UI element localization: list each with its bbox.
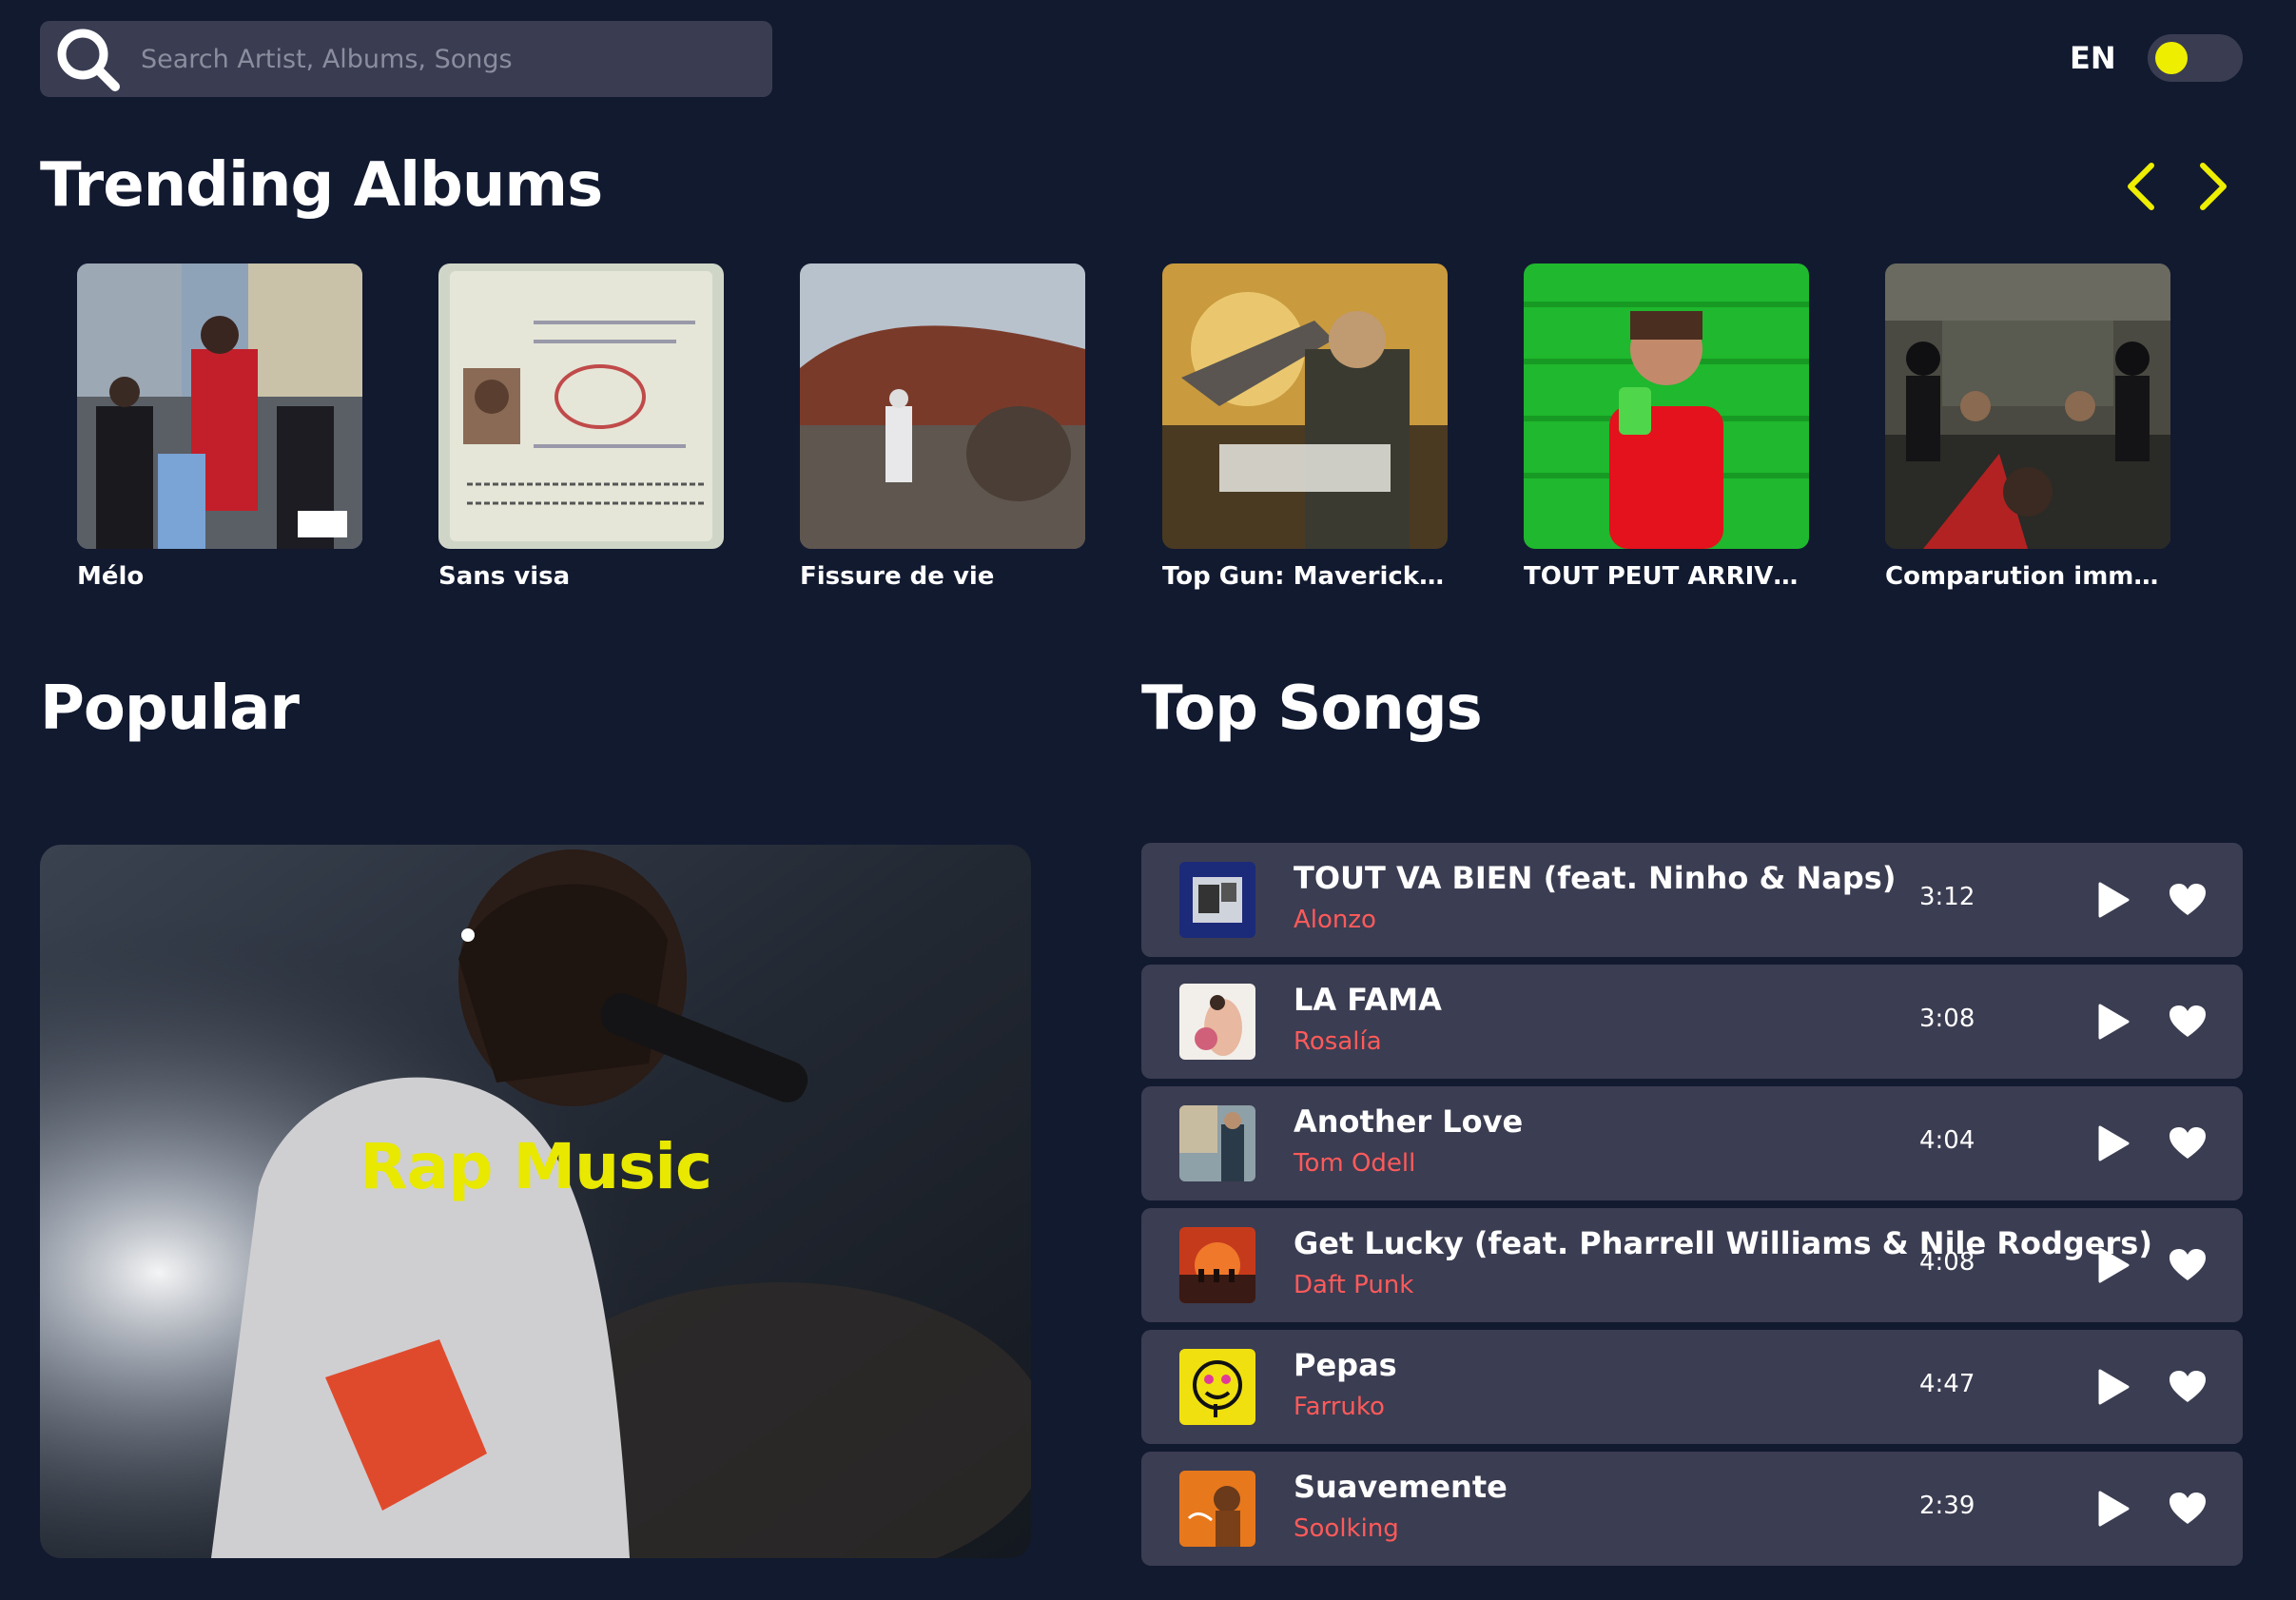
popular-title: Popular bbox=[40, 673, 300, 744]
album-cover-image bbox=[77, 263, 362, 549]
song-duration: 2:39 bbox=[1919, 1492, 1975, 1520]
heart-icon[interactable] bbox=[2169, 883, 2207, 917]
heart-icon[interactable] bbox=[2169, 1005, 2207, 1039]
album-title: Fissure de vie bbox=[800, 562, 995, 591]
play-icon[interactable] bbox=[2096, 1246, 2131, 1284]
theme-toggle[interactable] bbox=[2148, 34, 2243, 82]
popular-card-label: Rap Music bbox=[359, 1130, 712, 1203]
heart-icon[interactable] bbox=[2169, 1126, 2207, 1161]
album-title: Mélo bbox=[77, 562, 145, 591]
song-title: TOUT VA BIEN (feat. Ninho & Naps) bbox=[1294, 860, 1897, 896]
chevron-right-icon[interactable] bbox=[2189, 160, 2237, 213]
search-icon[interactable] bbox=[40, 21, 135, 97]
song-title: Pepas bbox=[1294, 1347, 1397, 1383]
album-card[interactable]: Fissure de vie bbox=[800, 263, 1085, 591]
heart-icon[interactable] bbox=[2169, 1248, 2207, 1282]
album-title: Sans visa bbox=[438, 562, 571, 591]
album-card[interactable]: Comparution imméd... bbox=[1885, 263, 2170, 591]
search-input[interactable] bbox=[135, 21, 772, 97]
song-row[interactable]: Suavemente Soolking 2:39 bbox=[1141, 1452, 2243, 1566]
album-cover-image bbox=[1885, 263, 2170, 549]
song-title: Another Love bbox=[1294, 1103, 1524, 1140]
trending-albums-title: Trending Albums bbox=[40, 150, 603, 221]
song-cover-image bbox=[1179, 1349, 1255, 1425]
album-cover-image bbox=[438, 263, 724, 549]
song-artist[interactable]: Tom Odell bbox=[1294, 1149, 1415, 1178]
song-title: Suavemente bbox=[1294, 1469, 1508, 1505]
song-artist[interactable]: Soolking bbox=[1294, 1514, 1399, 1543]
play-icon[interactable] bbox=[2096, 1124, 2131, 1162]
album-cover-image bbox=[1162, 263, 1448, 549]
song-artist[interactable]: Farruko bbox=[1294, 1393, 1385, 1421]
album-cover-image bbox=[800, 263, 1085, 549]
song-artist[interactable]: Rosalía bbox=[1294, 1027, 1382, 1056]
toggle-knob bbox=[2155, 42, 2188, 74]
play-icon[interactable] bbox=[2096, 1368, 2131, 1406]
song-duration: 3:08 bbox=[1919, 1005, 1975, 1033]
popular-card-rap-music[interactable]: Rap Music bbox=[40, 845, 1031, 1558]
album-title: TOUT PEUT ARRIVER bbox=[1524, 562, 1809, 591]
song-cover-image bbox=[1179, 1471, 1255, 1547]
heart-icon[interactable] bbox=[2169, 1492, 2207, 1526]
play-icon[interactable] bbox=[2096, 881, 2131, 919]
song-row[interactable]: LA FAMA Rosalía 3:08 bbox=[1141, 965, 2243, 1079]
song-cover-image bbox=[1179, 1227, 1255, 1303]
album-card[interactable]: Mélo bbox=[77, 263, 362, 591]
language-label[interactable]: EN bbox=[2070, 40, 2116, 76]
heart-icon[interactable] bbox=[2169, 1370, 2207, 1404]
search-bar[interactable] bbox=[40, 21, 772, 97]
play-icon[interactable] bbox=[2096, 1003, 2131, 1041]
album-title: Comparution imméd... bbox=[1885, 562, 2170, 591]
song-duration: 4:47 bbox=[1919, 1370, 1975, 1398]
song-artist[interactable]: Alonzo bbox=[1294, 906, 1376, 934]
top-songs-title: Top Songs bbox=[1141, 673, 1483, 744]
song-cover-image bbox=[1179, 862, 1255, 938]
song-title: Get Lucky (feat. Pharrell Williams & Nil… bbox=[1294, 1225, 2152, 1261]
song-row[interactable]: Pepas Farruko 4:47 bbox=[1141, 1330, 2243, 1444]
album-card[interactable]: TOUT PEUT ARRIVER bbox=[1524, 263, 1809, 591]
chevron-left-icon[interactable] bbox=[2117, 160, 2165, 213]
album-card[interactable]: Top Gun: Maverick (... bbox=[1162, 263, 1448, 591]
song-duration: 4:08 bbox=[1919, 1248, 1975, 1277]
song-title: LA FAMA bbox=[1294, 982, 1442, 1018]
song-duration: 3:12 bbox=[1919, 883, 1975, 911]
song-duration: 4:04 bbox=[1919, 1126, 1975, 1155]
play-icon[interactable] bbox=[2096, 1490, 2131, 1528]
song-row[interactable]: Another Love Tom Odell 4:04 bbox=[1141, 1086, 2243, 1200]
album-title: Top Gun: Maverick (... bbox=[1162, 562, 1448, 591]
song-cover-image bbox=[1179, 984, 1255, 1060]
album-card[interactable]: Sans visa bbox=[438, 263, 724, 591]
song-artist[interactable]: Daft Punk bbox=[1294, 1271, 1413, 1299]
song-row[interactable]: TOUT VA BIEN (feat. Ninho & Naps) Alonzo… bbox=[1141, 843, 2243, 957]
album-cover-image bbox=[1524, 263, 1809, 549]
song-row[interactable]: Get Lucky (feat. Pharrell Williams & Nil… bbox=[1141, 1208, 2243, 1322]
song-cover-image bbox=[1179, 1105, 1255, 1181]
